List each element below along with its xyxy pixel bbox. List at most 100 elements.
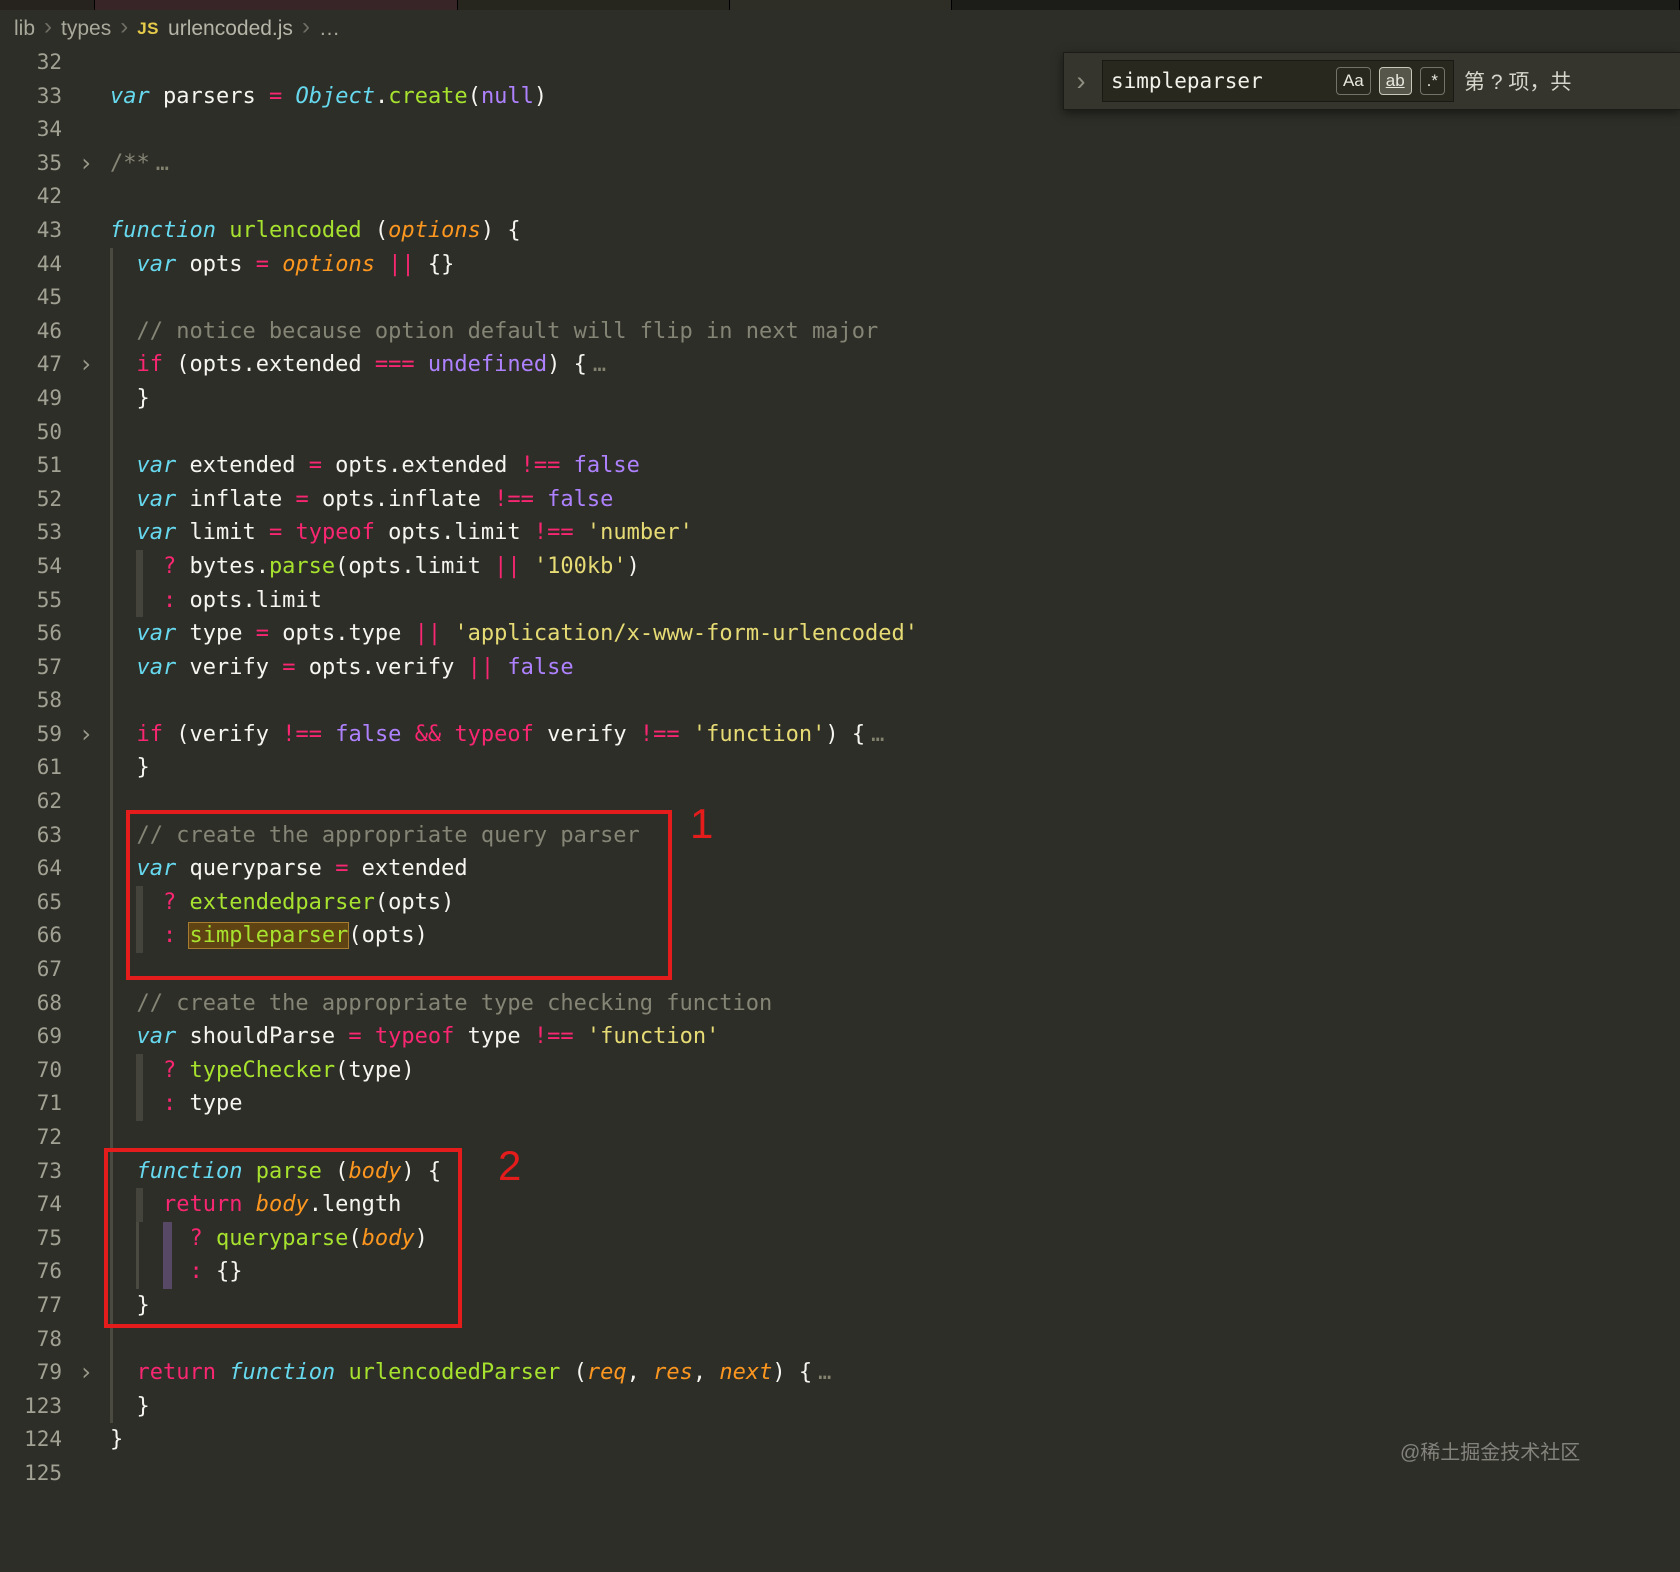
code-line[interactable]: 55: opts.limit — [0, 583, 1680, 618]
breadcrumb-item-lib[interactable]: lib — [14, 17, 35, 41]
code-token: = — [268, 83, 283, 109]
code-token: ? — [162, 1057, 177, 1083]
code-line[interactable]: 53 var limit = typeof opts.limit !== 'num… — [0, 516, 1680, 550]
indent-guide — [136, 1053, 144, 1088]
code-line[interactable]: 43 function urlencoded (options) { — [0, 214, 1680, 248]
fold-chevron-icon[interactable]: › — [62, 147, 110, 181]
code-line[interactable]: 49} — [0, 381, 1680, 416]
code-line[interactable]: 52 var inflate = opts.inflate !== false — [0, 482, 1680, 517]
code-line[interactable]: 56 var type = opts.type || 'application/x… — [0, 617, 1680, 651]
code-text — [110, 281, 1680, 315]
code-text: var opts = options || {} — [110, 247, 1680, 282]
find-replace-toggle-icon[interactable]: › — [1070, 66, 1092, 97]
indent-guide — [110, 348, 113, 382]
code-token: opts.verify — [295, 654, 468, 680]
code-line[interactable]: 70? typeChecker(type) — [0, 1053, 1680, 1088]
indent-guide — [110, 986, 113, 1021]
line-number: 64 — [36, 856, 62, 881]
whole-word-button[interactable]: ab — [1378, 67, 1412, 95]
chevron-right-icon: › — [301, 13, 310, 40]
code-line[interactable]: 57 var verify = opts.verify || false — [0, 650, 1680, 685]
line-number: 123 — [24, 1393, 62, 1418]
code-line[interactable]: 79 › return function urlencodedParser (req… — [0, 1356, 1680, 1390]
code-line[interactable]: 44 var opts = options || {} — [0, 247, 1680, 282]
code-token: ) — [533, 83, 548, 109]
code-token: shouldParse — [176, 1024, 349, 1050]
tab-sliver — [0, 0, 95, 10]
indent-guide — [110, 1087, 113, 1121]
code-line[interactable]: 71: type — [0, 1087, 1680, 1121]
code-line[interactable]: 46 // notice because option default will … — [0, 314, 1680, 349]
code-text: var inflate = opts.inflate !== false — [110, 482, 1680, 517]
find-widget: › simpleparser Aa ab .* 第 ? 项，共 — [1063, 52, 1680, 110]
fold-chevron-icon[interactable]: › — [62, 718, 110, 752]
indent-guide — [110, 919, 113, 954]
line-number: 72 — [36, 1125, 62, 1149]
indent-guide — [110, 650, 113, 685]
indent-guide — [110, 314, 113, 349]
breadcrumb-item-types[interactable]: types — [61, 17, 111, 41]
fold-chevron-icon[interactable]: › — [62, 1356, 110, 1390]
code-token: 'application/x-www-form-urlencoded' — [454, 621, 919, 647]
line-number: 44 — [36, 251, 62, 276]
code-text: if (verify !== false && typeof verify !=… — [110, 717, 1680, 752]
code-line[interactable]: 42 — [0, 180, 1680, 214]
code-token: next — [719, 1360, 773, 1386]
code-line[interactable]: 123} — [0, 1389, 1680, 1424]
code-token: limit — [176, 520, 269, 546]
code-line[interactable]: 61} — [0, 751, 1680, 786]
code-token: req — [586, 1360, 627, 1386]
find-input[interactable]: simpleparser Aa ab .* — [1102, 60, 1454, 102]
line-number: 70 — [36, 1057, 62, 1082]
code-text: var shouldParse = typeof type !== 'funct… — [110, 1020, 1680, 1054]
code-token: var — [110, 83, 150, 109]
code-token: !== — [520, 453, 561, 479]
indent-guide — [110, 516, 113, 550]
code-token: … — [155, 150, 170, 176]
code-line[interactable]: 34 — [0, 113, 1680, 147]
regex-button[interactable]: .* — [1419, 67, 1445, 95]
tab-sliver — [730, 0, 952, 10]
code-token: /** — [110, 150, 150, 176]
line-number: 42 — [36, 184, 62, 209]
line-number: 63 — [36, 822, 62, 847]
match-case-button[interactable]: Aa — [1335, 67, 1371, 95]
code-token: 'number' — [586, 520, 693, 546]
code-line[interactable]: 51 var extended = opts.extended !== false — [0, 449, 1680, 483]
code-line[interactable]: 45 — [0, 281, 1680, 315]
code-line[interactable]: 54? bytes.parse(opts.limit || '100kb') — [0, 549, 1680, 584]
line-number: 54 — [36, 553, 62, 578]
breadcrumb-item-symbol[interactable]: … — [319, 17, 340, 41]
code-line[interactable]: 47 › if (opts.extended === undefined) {… — [0, 348, 1680, 382]
code-token: false — [573, 453, 640, 479]
chevron-right-icon: › — [120, 13, 129, 40]
code-text: /**… — [110, 147, 1680, 181]
code-line[interactable]: 59 › if (verify !== false && typeof verify… — [0, 717, 1680, 752]
line-number: 33 — [36, 83, 62, 108]
indent-guide — [110, 751, 113, 786]
code-token: 'function' — [692, 721, 826, 747]
find-query-text[interactable]: simpleparser — [1111, 69, 1328, 93]
code-token: Object — [295, 83, 375, 109]
fold-chevron-icon[interactable]: › — [62, 348, 110, 382]
code-line[interactable]: 69 var shouldParse = typeof type !== 'fun… — [0, 1020, 1680, 1054]
code-token: function — [229, 1360, 336, 1386]
code-line[interactable]: 35 ›/**… — [0, 147, 1680, 181]
code-line[interactable]: 50 — [0, 415, 1680, 450]
line-number: 55 — [36, 587, 62, 612]
code-line[interactable]: 68 // create the appropriate type checkin… — [0, 986, 1680, 1021]
indent-guide — [110, 953, 113, 987]
chevron-right-icon: › — [44, 13, 53, 40]
breadcrumb-item-file[interactable]: urlencoded.js — [168, 17, 293, 41]
js-file-icon: JS — [137, 19, 160, 38]
code-line[interactable]: 58 — [0, 684, 1680, 718]
